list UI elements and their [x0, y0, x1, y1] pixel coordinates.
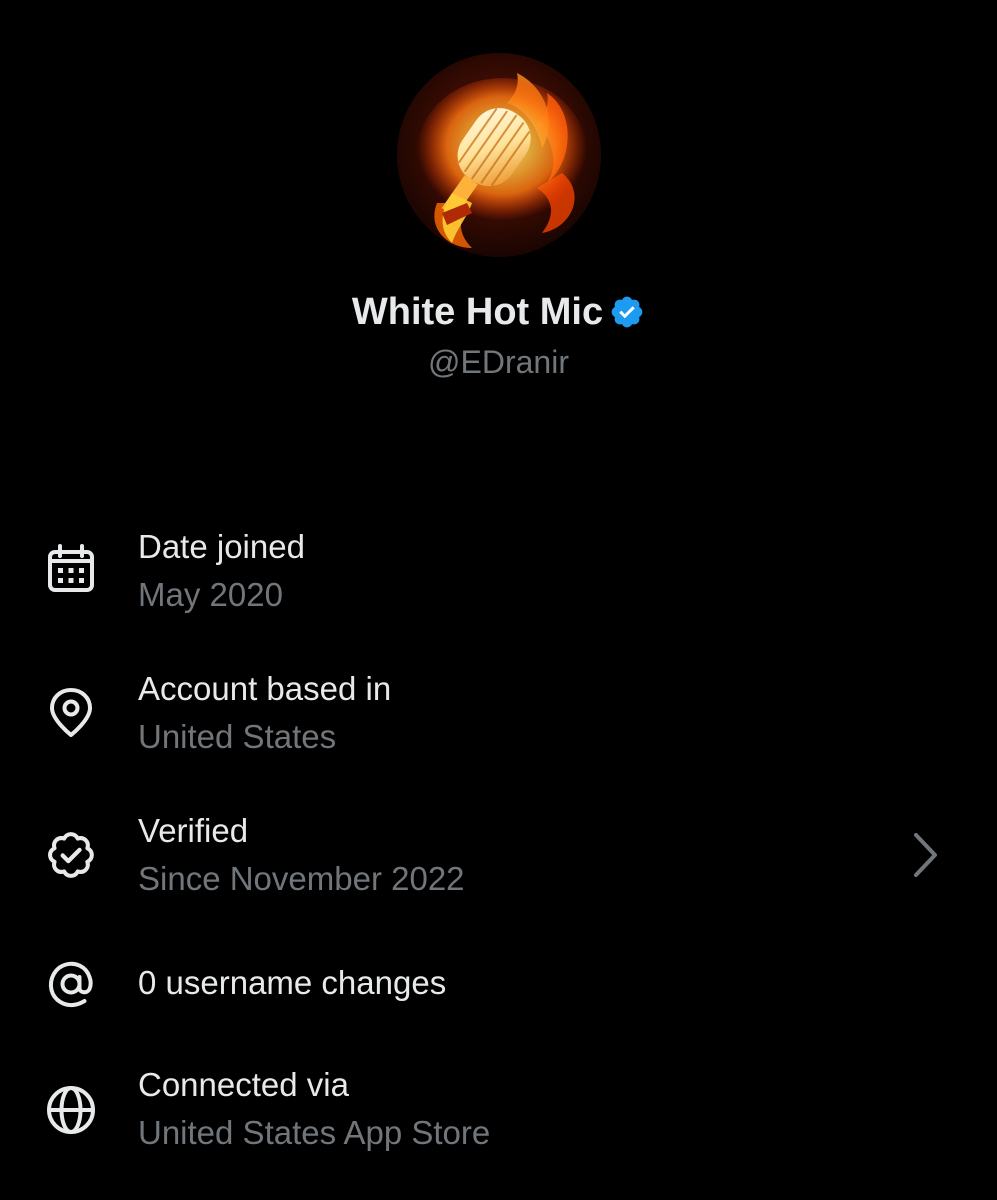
- connected-via-label: Connected via: [138, 1066, 349, 1103]
- flaming-microphone-avatar-icon: [397, 53, 601, 257]
- info-row-verified[interactable]: Verified Since November 2022: [0, 808, 997, 918]
- info-row-username-changes: 0 username changes: [0, 954, 997, 1064]
- connected-via-value: United States App Store: [138, 1114, 491, 1151]
- location-pin-icon: [44, 685, 98, 739]
- display-name: White Hot Mic: [351, 291, 604, 333]
- profile-avatar[interactable]: [397, 53, 601, 257]
- date-joined-label: Date joined: [138, 528, 305, 565]
- profile-handle: @EDranir: [428, 344, 569, 380]
- at-sign-icon: [44, 957, 98, 1011]
- account-based-in-label: Account based in: [138, 670, 392, 707]
- globe-icon: [44, 1083, 98, 1137]
- profile-name-row: White Hot Mic: [0, 288, 997, 336]
- info-row-account-based-in: Account based in United States: [0, 666, 997, 776]
- date-joined-value: May 2020: [138, 576, 283, 613]
- chevron-right-icon[interactable]: [906, 830, 946, 880]
- info-row-connected-via: Connected via United States App Store: [0, 1062, 997, 1172]
- verified-since-value: Since November 2022: [138, 860, 465, 897]
- info-row-date-joined: Date joined May 2020: [0, 524, 997, 634]
- account-based-in-value: United States: [138, 718, 337, 755]
- verified-label: Verified: [138, 812, 249, 849]
- verified-badge-icon[interactable]: [609, 294, 645, 330]
- username-changes-label: 0 username changes: [138, 964, 447, 1001]
- verified-badge-outline-icon: [44, 828, 98, 882]
- calendar-icon: [44, 543, 98, 597]
